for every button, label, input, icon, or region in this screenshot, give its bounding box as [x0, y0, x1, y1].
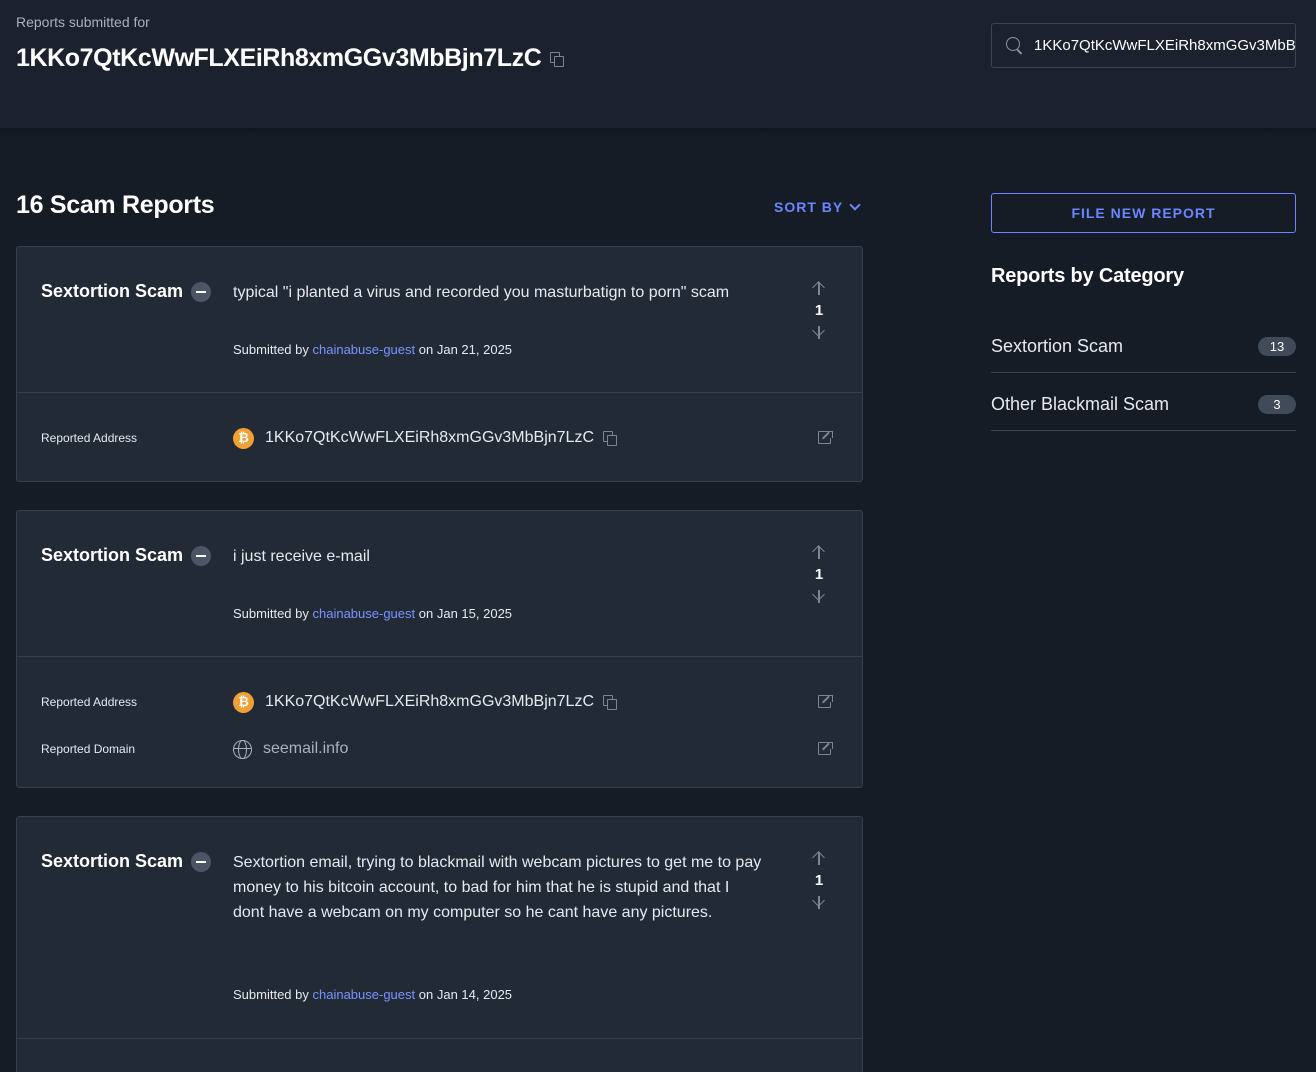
reported-address-row: Reported Address ₿ 1KKo7QtKcWwFLXEiRh8xm…: [17, 690, 862, 714]
vote-control: 1: [809, 281, 829, 339]
report-card: Sextortion Scam Sextortion email, trying…: [16, 816, 863, 1072]
date-prefix: on: [418, 987, 434, 1002]
search-input[interactable]: [1034, 37, 1295, 54]
header-label: Reports submitted for: [16, 14, 150, 30]
reported-domain-row: Reported Domain seemail.info: [17, 737, 862, 761]
date-prefix: on: [418, 606, 434, 621]
vote-control: 1: [809, 545, 829, 603]
row-value: ₿ 1KKo7QtKcWwFLXEiRh8xmGGv3MbBjn7LzC: [233, 690, 617, 714]
submitter-link[interactable]: chainabuse-guest: [313, 342, 416, 357]
upvote-arrow-icon[interactable]: [812, 545, 826, 559]
category-name: Other Blackmail Scam: [991, 394, 1170, 414]
vote-count: 1: [814, 566, 824, 583]
report-summary: Sextortion Scam i just receive e-mail Su…: [17, 511, 862, 657]
row-label: Reported Domain: [41, 742, 136, 756]
report-description: typical "i planted a virus and recorded …: [233, 284, 730, 301]
search-icon: [1006, 36, 1024, 55]
category-item-sextortion[interactable]: Sextortion Scam 13: [991, 315, 1296, 373]
report-category-label: Sextortion Scam: [41, 851, 184, 871]
row-value: seemail.info: [233, 737, 348, 761]
report-card: Sextortion Scam typical "i planted a vir…: [16, 246, 863, 482]
report-summary: Sextortion Scam typical "i planted a vir…: [17, 247, 862, 393]
bitcoin-icon: ₿: [233, 427, 254, 449]
date-prefix: on: [418, 342, 434, 357]
header-shadow: [0, 128, 1316, 138]
report-summary: Sextortion Scam Sextortion email, trying…: [17, 817, 862, 1039]
collapse-icon[interactable]: [191, 281, 212, 302]
bitcoin-icon: ₿: [233, 691, 254, 713]
report-submitted-line: Submitted by chainabuse-guest on Jan 14,…: [233, 987, 512, 1002]
copy-icon[interactable]: [603, 695, 617, 710]
category-count-badge: 3: [1258, 395, 1296, 414]
report-date: Jan 21, 2025: [436, 342, 513, 357]
submitted-prefix: Submitted by: [233, 342, 309, 357]
copy-icon[interactable]: [603, 431, 617, 446]
report-category: Sextortion Scam: [41, 851, 212, 872]
collapse-icon[interactable]: [191, 851, 212, 872]
report-date: Jan 15, 2025: [436, 606, 513, 621]
downvote-arrow-icon[interactable]: [812, 894, 826, 909]
external-link-icon[interactable]: [818, 431, 833, 444]
report-card: Sextortion Scam i just receive e-mail Su…: [16, 510, 863, 788]
report-date: Jan 14, 2025: [436, 987, 513, 1002]
report-description: Sextortion email, trying to blackmail wi…: [233, 854, 762, 921]
reports-by-category-title: Reports by Category: [991, 265, 1184, 287]
file-new-report-button[interactable]: FILE NEW REPORT: [991, 193, 1296, 233]
chevron-down-icon: [849, 199, 861, 211]
submitter-link[interactable]: chainabuse-guest: [313, 606, 416, 621]
submitter-link[interactable]: chainabuse-guest: [313, 987, 416, 1002]
upvote-arrow-icon[interactable]: [812, 851, 826, 865]
reported-address-row: Reported Address ₿ 1KKo7QtKcWwFLXEiRh8xm…: [17, 426, 862, 450]
reported-address[interactable]: 1KKo7QtKcWwFLXEiRh8xmGGv3MbBjn7LzC: [265, 429, 594, 447]
reported-domain[interactable]: seemail.info: [263, 740, 348, 758]
sort-by-label: SORT BY: [774, 199, 844, 215]
page-header: Reports submitted for 1KKo7QtKcWwFLXEiRh…: [0, 0, 1316, 128]
report-category: Sextortion Scam: [41, 545, 212, 566]
report-submitted-line: Submitted by chainabuse-guest on Jan 21,…: [233, 342, 512, 357]
external-link-icon[interactable]: [818, 742, 833, 755]
page-title: 1KKo7QtKcWwFLXEiRh8xmGGv3MbBjn7LzC: [16, 44, 565, 73]
reported-address[interactable]: 1KKo7QtKcWwFLXEiRh8xmGGv3MbBjn7LzC: [265, 693, 594, 711]
sort-by-button[interactable]: SORT BY: [774, 199, 861, 215]
submitted-prefix: Submitted by: [233, 987, 309, 1002]
downvote-arrow-icon[interactable]: [812, 588, 826, 603]
reports-count-title: 16 Scam Reports: [16, 191, 215, 219]
report-category-label: Sextortion Scam: [41, 281, 184, 301]
report-submitted-line: Submitted by chainabuse-guest on Jan 15,…: [233, 606, 512, 621]
report-category: Sextortion Scam: [41, 281, 212, 302]
report-category-label: Sextortion Scam: [41, 545, 184, 565]
vote-control: 1: [809, 851, 829, 909]
search-box[interactable]: [991, 23, 1296, 68]
external-link-icon[interactable]: [818, 695, 833, 708]
category-count-badge: 13: [1258, 337, 1296, 356]
row-label: Reported Address: [41, 695, 138, 709]
header-address: 1KKo7QtKcWwFLXEiRh8xmGGv3MbBjn7LzC: [16, 44, 542, 72]
copy-icon[interactable]: [550, 51, 565, 67]
downvote-arrow-icon[interactable]: [812, 324, 826, 339]
globe-icon: [233, 739, 252, 759]
collapse-icon[interactable]: [191, 545, 212, 566]
category-item-other-blackmail[interactable]: Other Blackmail Scam 3: [991, 373, 1296, 431]
row-value: ₿ 1KKo7QtKcWwFLXEiRh8xmGGv3MbBjn7LzC: [233, 426, 617, 450]
category-name: Sextortion Scam: [991, 336, 1124, 356]
upvote-arrow-icon[interactable]: [812, 281, 826, 295]
submitted-prefix: Submitted by: [233, 606, 309, 621]
row-label: Reported Address: [41, 431, 138, 445]
vote-count: 1: [814, 872, 824, 889]
report-description: i just receive e-mail: [233, 548, 370, 565]
vote-count: 1: [814, 302, 824, 319]
